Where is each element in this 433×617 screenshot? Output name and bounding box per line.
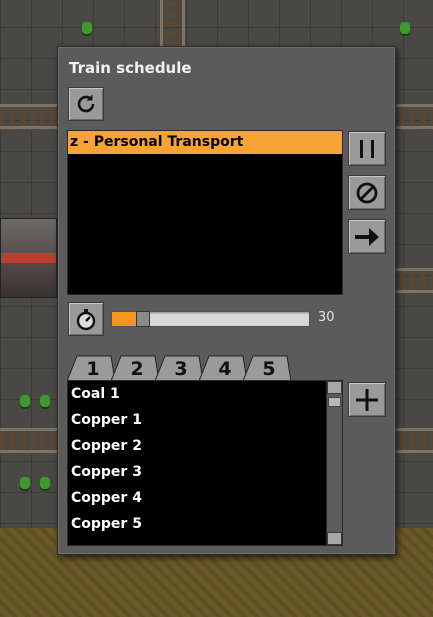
plus-icon [356,388,378,411]
train-list[interactable]: z - Personal Transport [67,130,343,295]
list-item[interactable]: Copper 1 [68,407,342,433]
train-schedule-window: Train schedule z - Personal Transport 30… [57,46,396,555]
tab-2[interactable]: 2 [111,355,159,381]
tab-label: 2 [130,358,144,380]
scrollbar[interactable] [326,381,342,545]
go-to-station-button[interactable] [348,219,386,254]
robot-sprite [40,477,50,489]
list-item[interactable]: Copper 4 [68,485,342,511]
robot-sprite [40,395,50,407]
train-label: z - Personal Transport [70,134,244,150]
window-title: Train schedule [69,59,192,77]
wait-condition-button[interactable] [68,302,104,336]
stopwatch-icon [76,309,96,331]
refresh-button[interactable] [68,87,104,121]
tab-3[interactable]: 3 [155,355,203,381]
add-station-button[interactable] [348,382,386,417]
scrollbar-thumb[interactable] [328,397,341,407]
train-list-item-selected[interactable]: z - Personal Transport [68,131,342,154]
list-item[interactable]: Coal 1 [68,381,342,407]
robot-sprite [20,395,30,407]
scroll-up-button[interactable] [327,381,342,394]
list-item[interactable]: Copper 5 [68,511,342,537]
tab-label: 4 [218,358,232,380]
scroll-down-button[interactable] [327,532,342,545]
list-item[interactable]: Copper 2 [68,433,342,459]
refresh-icon [77,94,95,113]
wait-time-slider[interactable] [111,311,310,327]
list-item[interactable]: Copper 3 [68,459,342,485]
tab-5[interactable]: 5 [243,355,291,381]
tab-label: 1 [86,358,100,380]
cancel-button[interactable] [348,175,386,210]
tab-4[interactable]: 4 [199,355,247,381]
pause-button[interactable] [348,131,386,166]
pause-icon [360,139,374,158]
locomotive-sprite [0,218,57,298]
wait-time-slider-handle[interactable] [136,311,150,327]
wait-time-value: 30 [318,310,335,325]
tab-1[interactable]: 1 [67,355,115,381]
cancel-icon [356,182,378,203]
robot-sprite [400,22,410,34]
tab-label: 5 [262,358,276,380]
schedule-station-list[interactable]: Coal 1 Copper 1 Copper 2 Copper 3 Copper… [67,380,343,546]
robot-sprite [82,22,92,34]
arrow-right-icon [355,227,379,246]
tab-label: 3 [174,358,188,380]
robot-sprite [20,477,30,489]
